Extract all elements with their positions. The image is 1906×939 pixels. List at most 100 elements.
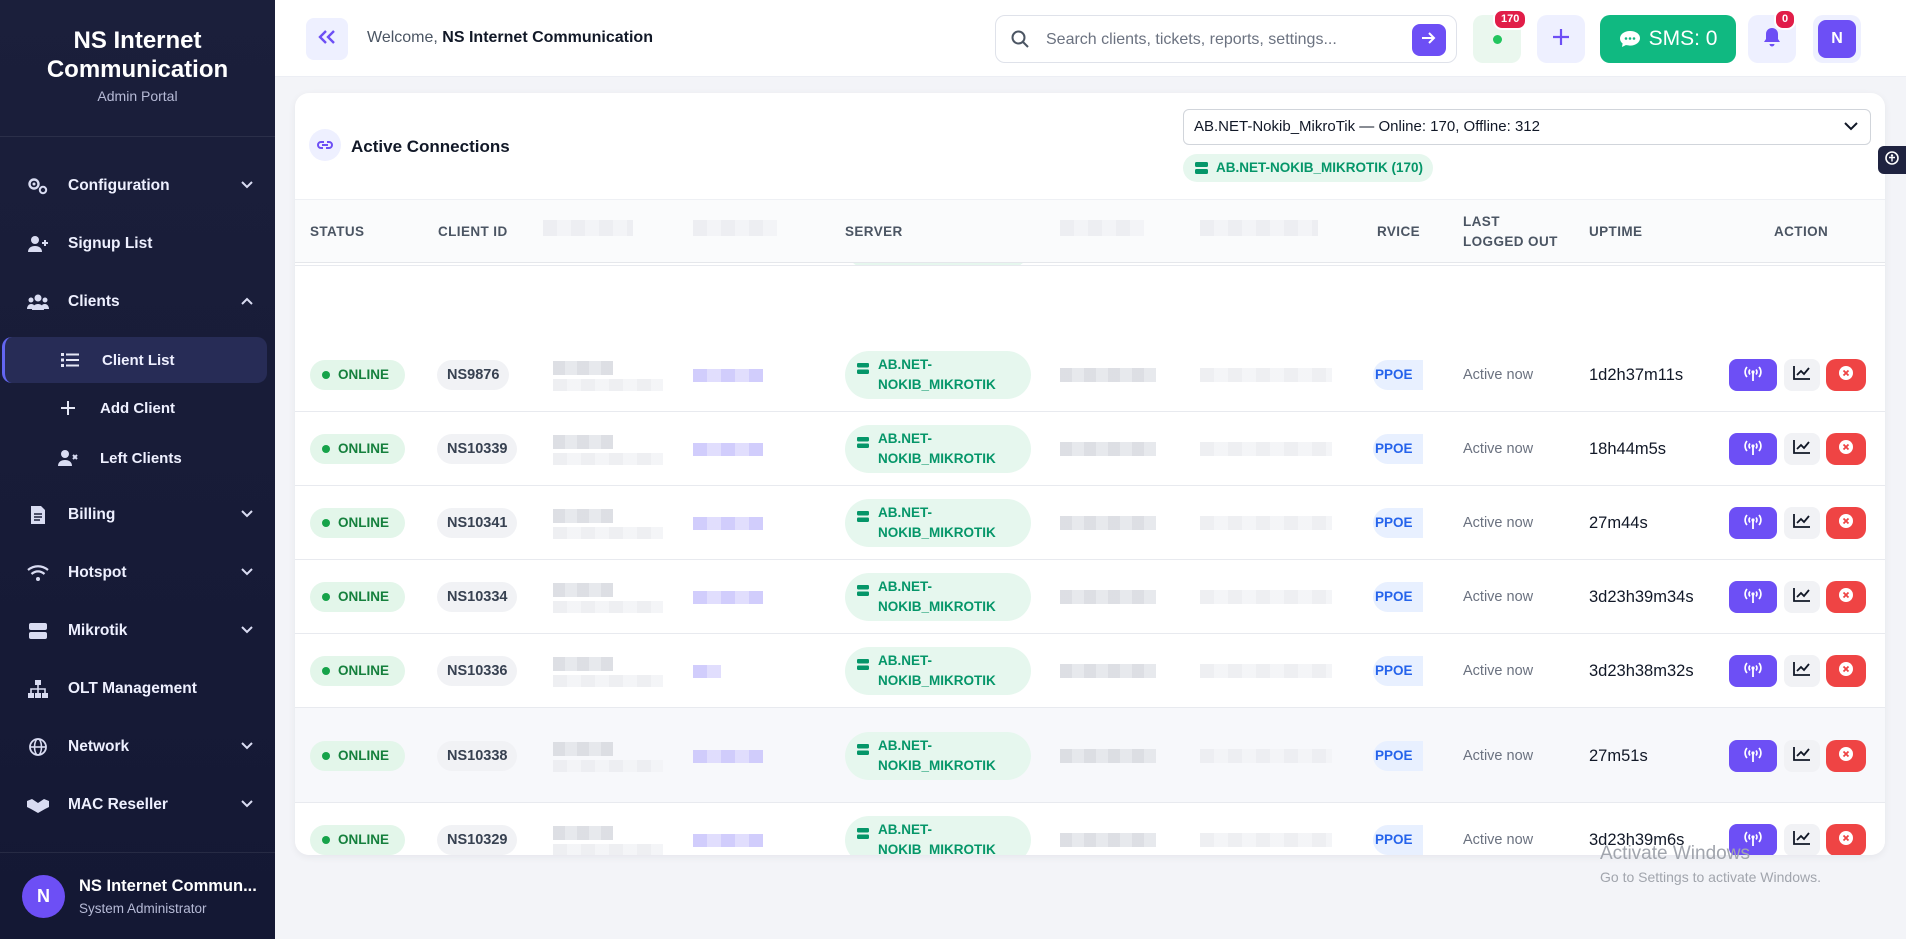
sidebar-item-billing[interactable]: Billing	[0, 489, 275, 541]
redacted-name	[553, 361, 613, 375]
uptime: 3d23h39m34s	[1589, 588, 1694, 606]
redacted-mac	[1200, 833, 1332, 847]
client-id[interactable]: NS10329	[437, 825, 518, 855]
ping-client-button[interactable]	[1729, 507, 1777, 539]
server-badge: AB.NET- NOKIB_MIKROTIK	[845, 351, 1031, 399]
usage-graph-button[interactable]	[1784, 507, 1820, 539]
close-icon	[1839, 365, 1853, 385]
last-logged-out: Active now	[1463, 589, 1534, 605]
service-badge: PPOE	[1373, 508, 1423, 538]
disconnect-button[interactable]	[1826, 359, 1866, 391]
double-chevron-left-icon	[318, 29, 336, 49]
sidebar-item-client-list[interactable]: Client List	[2, 337, 267, 383]
chevron-down-icon	[241, 737, 253, 755]
sidebar-item-hotspot[interactable]: Hotspot	[0, 547, 275, 599]
disconnect-button[interactable]	[1826, 433, 1866, 465]
redacted-mac	[1200, 442, 1332, 456]
ping-client-button[interactable]	[1729, 359, 1777, 391]
disconnect-button[interactable]	[1826, 655, 1866, 687]
search-box	[995, 15, 1457, 63]
list-icon	[58, 350, 82, 370]
usage-graph-button[interactable]	[1784, 359, 1820, 391]
server-badge: AB.NET- NOKIB_MIKROTIK	[845, 732, 1031, 780]
client-id[interactable]: NS9876	[437, 360, 510, 390]
search-input[interactable]	[1046, 28, 1386, 52]
last-logged-out: Active now	[1463, 832, 1534, 848]
last-logged-out: Active now	[1463, 663, 1534, 679]
service-badge: PPOE	[1373, 656, 1423, 686]
disconnect-button[interactable]	[1826, 507, 1866, 539]
search-submit-button[interactable]	[1412, 24, 1446, 56]
header-uptime[interactable]: UPTIME	[1589, 224, 1642, 239]
service-badge: PPOE	[1373, 360, 1423, 390]
server-icon	[857, 744, 869, 755]
client-id[interactable]: NS10338	[437, 741, 518, 771]
redacted-name	[553, 844, 663, 855]
avatar: N	[1818, 20, 1856, 58]
quick-add-button[interactable]	[1537, 15, 1585, 63]
ping-client-button[interactable]	[1729, 740, 1777, 772]
uptime: 27m44s	[1589, 514, 1648, 532]
line-chart-icon	[1793, 439, 1811, 459]
usage-graph-button[interactable]	[1784, 740, 1820, 772]
user-profile[interactable]: N NS Internet Commun... System Administr…	[0, 852, 275, 939]
router-select[interactable]: AB.NET-Nokib_MikroTik — Online: 170, Off…	[1183, 109, 1871, 145]
sidebar-item-olt-management[interactable]: OLT Management	[0, 663, 275, 715]
notifications-button[interactable]: 0	[1748, 9, 1797, 63]
server-name-line2: NOKIB_MIKROTIK	[878, 842, 996, 855]
redacted-username	[693, 517, 763, 530]
status-badge: ONLINE	[310, 656, 406, 686]
ping-client-button[interactable]	[1729, 433, 1777, 465]
table-row: ONLINE NS10341 AB.NET- NOKIB_MIKROTIK PP…	[295, 486, 1885, 560]
table-row: ONLINE NS10339 AB.NET- NOKIB_MIKROTIK PP…	[295, 412, 1885, 486]
client-id[interactable]: NS10341	[437, 508, 518, 538]
usage-graph-button[interactable]	[1784, 581, 1820, 613]
service-badge: PPOE	[1373, 582, 1423, 612]
disconnect-button[interactable]	[1826, 740, 1866, 772]
sidebar-item-mac-reseller[interactable]: MAC Reseller	[0, 779, 275, 831]
redacted-mac	[1200, 749, 1332, 763]
client-id[interactable]: NS10339	[437, 434, 518, 464]
redacted-username	[693, 443, 763, 456]
user-role: System Administrator	[79, 900, 207, 916]
antenna-icon	[1743, 661, 1763, 682]
server-name-line1: AB.NET-	[878, 653, 932, 668]
invoice-icon	[26, 505, 50, 525]
ping-client-button[interactable]	[1729, 581, 1777, 613]
sidebar-item-signup-list[interactable]: Signup List	[0, 218, 275, 270]
collapse-sidebar-button[interactable]	[306, 18, 348, 60]
close-icon	[1839, 830, 1853, 850]
usage-graph-button[interactable]	[1784, 824, 1820, 855]
sidebar-item-clients[interactable]: Clients	[0, 276, 275, 328]
redacted-name	[553, 527, 663, 539]
header-client-id[interactable]: CLIENT ID	[438, 224, 508, 239]
sidebar-item-configuration[interactable]: Configuration	[0, 160, 275, 212]
server-name-line1: AB.NET-	[878, 431, 932, 446]
close-icon	[1839, 746, 1853, 766]
server-icon	[857, 828, 869, 839]
header-server[interactable]: SERVER	[845, 224, 903, 239]
sms-balance-button[interactable]: SMS: 0	[1600, 15, 1736, 63]
status-badge: ONLINE	[310, 434, 406, 464]
wifi-icon	[26, 563, 50, 583]
header-service[interactable]: RVICE	[1377, 224, 1420, 239]
chat-icon	[1619, 30, 1641, 48]
sidebar-item-add-client[interactable]: Add Client	[0, 385, 275, 431]
ping-client-button[interactable]	[1729, 655, 1777, 687]
sidebar-item-mikrotik[interactable]: Mikrotik	[0, 605, 275, 657]
sidebar-item-network[interactable]: Network	[0, 721, 275, 773]
sidebar-item-left-clients[interactable]: Left Clients	[0, 435, 275, 481]
usage-graph-button[interactable]	[1784, 433, 1820, 465]
client-id[interactable]: NS10334	[437, 582, 518, 612]
client-id[interactable]: NS10336	[437, 656, 518, 686]
accessibility-widget-button[interactable]	[1878, 146, 1906, 174]
disconnect-button[interactable]	[1826, 581, 1866, 613]
header-last-logged-out[interactable]: LAST LOGGED OUT	[1463, 214, 1558, 249]
welcome-name: NS Internet Communication	[442, 29, 653, 46]
profile-menu-button[interactable]: N	[1813, 15, 1861, 63]
disconnect-button[interactable]	[1826, 824, 1866, 855]
online-status-button[interactable]: 170	[1473, 9, 1528, 63]
brand-title: NS Internet Communication	[46, 27, 229, 83]
usage-graph-button[interactable]	[1784, 655, 1820, 687]
header-status[interactable]: STATUS	[310, 224, 364, 239]
